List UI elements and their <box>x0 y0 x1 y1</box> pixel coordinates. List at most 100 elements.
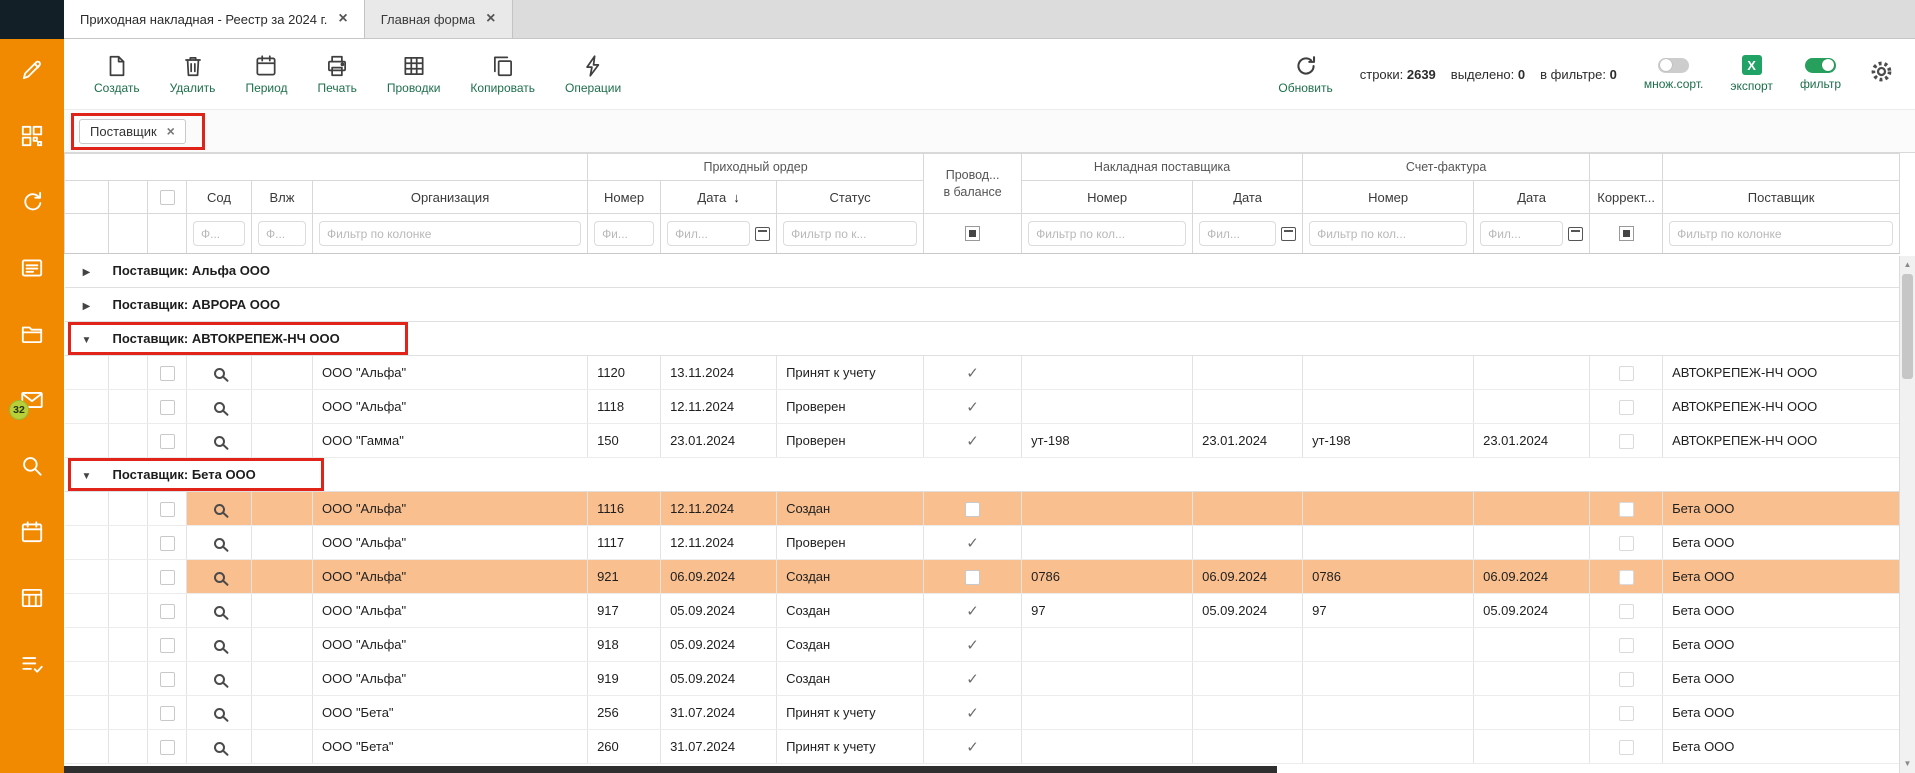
column-order-date[interactable]: Дата↓ <box>661 181 777 214</box>
select-all-checkbox[interactable] <box>160 190 175 205</box>
multisort-toggle[interactable] <box>1658 58 1689 73</box>
tab-main-form[interactable]: Главная форма × <box>365 0 513 38</box>
close-icon[interactable]: × <box>486 11 495 27</box>
posted-checkbox[interactable] <box>965 570 980 585</box>
expand-icon[interactable]: ▶ <box>83 267 91 278</box>
export-button[interactable]: X экспорт <box>1730 55 1773 93</box>
column-status[interactable]: Статус <box>777 181 924 214</box>
column-vat-invoice-number[interactable]: Номер <box>1303 181 1474 214</box>
row-checkbox[interactable] <box>160 740 175 755</box>
magnifier-icon[interactable] <box>214 504 225 515</box>
row-checkbox[interactable] <box>160 706 175 721</box>
group-row[interactable]: ▶ Поставщик: АВРОРА ООО <box>65 288 1900 322</box>
settings-gear-icon[interactable] <box>1868 58 1895 90</box>
table-row[interactable]: ООО "Альфа" 918 05.09.2024 Создан ✓ Бета… <box>65 628 1900 662</box>
correction-checkbox[interactable] <box>1619 638 1634 653</box>
table-row[interactable]: ООО "Альфа" 921 06.09.2024 Создан 0786 0… <box>65 560 1900 594</box>
table-row[interactable]: ООО "Альфа" 1117 12.11.2024 Проверен ✓ Б… <box>65 526 1900 560</box>
close-icon[interactable]: × <box>167 124 175 138</box>
column-supplier-invoice-number[interactable]: Номер <box>1022 181 1193 214</box>
sync-icon[interactable] <box>19 189 45 215</box>
multisort-control[interactable]: множ.сорт. <box>1644 58 1704 91</box>
column-correction[interactable]: Коррект... <box>1590 181 1663 214</box>
checklist-icon[interactable] <box>19 651 45 677</box>
correction-checkbox[interactable] <box>1619 604 1634 619</box>
table-row[interactable]: ООО "Альфа" 1118 12.11.2024 Проверен ✓ А… <box>65 390 1900 424</box>
row-checkbox[interactable] <box>160 434 175 449</box>
expand-icon[interactable]: ▶ <box>83 301 91 312</box>
create-button[interactable]: Создать <box>94 53 140 95</box>
scroll-down-icon[interactable]: ▼ <box>1900 757 1915 771</box>
row-checkbox[interactable] <box>160 638 175 653</box>
row-checkbox[interactable] <box>160 672 175 687</box>
correction-checkbox[interactable] <box>1619 672 1634 687</box>
scroll-up-icon[interactable]: ▲ <box>1900 258 1915 272</box>
mail-icon[interactable]: 32 <box>19 387 45 413</box>
delete-button[interactable]: Удалить <box>170 53 216 95</box>
table-row[interactable]: ООО "Альфа" 917 05.09.2024 Создан ✓ 97 0… <box>65 594 1900 628</box>
calendar-icon[interactable] <box>755 227 770 241</box>
correction-checkbox[interactable] <box>1619 366 1634 381</box>
magnifier-icon[interactable] <box>214 368 225 379</box>
filter-vlzh-input[interactable] <box>258 221 306 246</box>
posted-filter-checkbox[interactable] <box>965 226 980 241</box>
refresh-button[interactable]: Обновить <box>1278 53 1332 95</box>
table-row[interactable]: ООО "Бета" 256 31.07.2024 Принят к учету… <box>65 696 1900 730</box>
magnifier-icon[interactable] <box>214 640 225 651</box>
filter-supplier-input[interactable] <box>1669 221 1893 246</box>
close-icon[interactable]: × <box>338 11 347 27</box>
calendar-icon[interactable] <box>1281 227 1296 241</box>
table-row[interactable]: ООО "Гамма" 150 23.01.2024 Проверен ✓ ут… <box>65 424 1900 458</box>
column-vlzh[interactable]: Влж <box>252 181 313 214</box>
receipt-icon[interactable] <box>19 255 45 281</box>
print-button[interactable]: Печать <box>318 53 357 95</box>
search-icon[interactable] <box>19 453 45 479</box>
correction-checkbox[interactable] <box>1619 400 1634 415</box>
magnifier-icon[interactable] <box>214 436 225 447</box>
postings-button[interactable]: Проводки <box>387 53 441 95</box>
group-row[interactable]: ▼ Поставщик: АВТОКРЕПЕЖ-НЧ ООО <box>65 322 1900 356</box>
filter-sod-input[interactable] <box>193 221 245 246</box>
filter-vat-invoice-date-input[interactable] <box>1480 221 1563 246</box>
magnifier-icon[interactable] <box>214 606 225 617</box>
correction-checkbox[interactable] <box>1619 570 1634 585</box>
group-row[interactable]: ▶ Поставщик: Альфа ООО <box>65 254 1900 288</box>
row-checkbox[interactable] <box>160 400 175 415</box>
filter-control[interactable]: фильтр <box>1800 58 1841 91</box>
tab-registry[interactable]: Приходная накладная - Реестр за 2024 г. … <box>64 0 365 38</box>
apps-grid-icon[interactable] <box>19 123 45 149</box>
correction-checkbox[interactable] <box>1619 434 1634 449</box>
column-supplier-invoice-date[interactable]: Дата <box>1193 181 1303 214</box>
grouping-chip-supplier[interactable]: Поставщик × <box>79 119 186 144</box>
sort-desc-icon[interactable]: ↓ <box>733 190 740 205</box>
magnifier-icon[interactable] <box>214 742 225 753</box>
posted-checkbox[interactable] <box>965 502 980 517</box>
magnifier-icon[interactable] <box>214 572 225 583</box>
group-row[interactable]: ▼ Поставщик: Бета ООО <box>65 458 1900 492</box>
filter-supplier-invoice-date-input[interactable] <box>1199 221 1276 246</box>
magnifier-icon[interactable] <box>214 708 225 719</box>
filter-supplier-invoice-number-input[interactable] <box>1028 221 1186 246</box>
calendar-icon[interactable] <box>19 519 45 545</box>
vertical-scrollbar[interactable]: ▲ ▼ <box>1899 256 1915 773</box>
row-checkbox[interactable] <box>160 536 175 551</box>
filter-order-date-input[interactable] <box>667 221 750 246</box>
filter-vat-invoice-number-input[interactable] <box>1309 221 1467 246</box>
table-layout-icon[interactable] <box>19 585 45 611</box>
copy-button[interactable]: Копировать <box>470 53 535 95</box>
collapse-icon[interactable]: ▼ <box>82 335 92 346</box>
magnifier-icon[interactable] <box>214 538 225 549</box>
filter-status-input[interactable] <box>783 221 917 246</box>
correction-filter-checkbox[interactable] <box>1619 226 1634 241</box>
folder-icon[interactable] <box>19 321 45 347</box>
column-vat-invoice-date[interactable]: Дата <box>1474 181 1590 214</box>
column-sod[interactable]: Сод <box>187 181 252 214</box>
pencil-icon[interactable] <box>19 57 45 83</box>
row-checkbox[interactable] <box>160 502 175 517</box>
scrollbar-thumb[interactable] <box>1902 274 1913 379</box>
correction-checkbox[interactable] <box>1619 502 1634 517</box>
table-row[interactable]: ООО "Альфа" 1116 12.11.2024 Создан Бета … <box>65 492 1900 526</box>
column-order-number[interactable]: Номер <box>588 181 661 214</box>
row-checkbox[interactable] <box>160 570 175 585</box>
row-checkbox[interactable] <box>160 604 175 619</box>
